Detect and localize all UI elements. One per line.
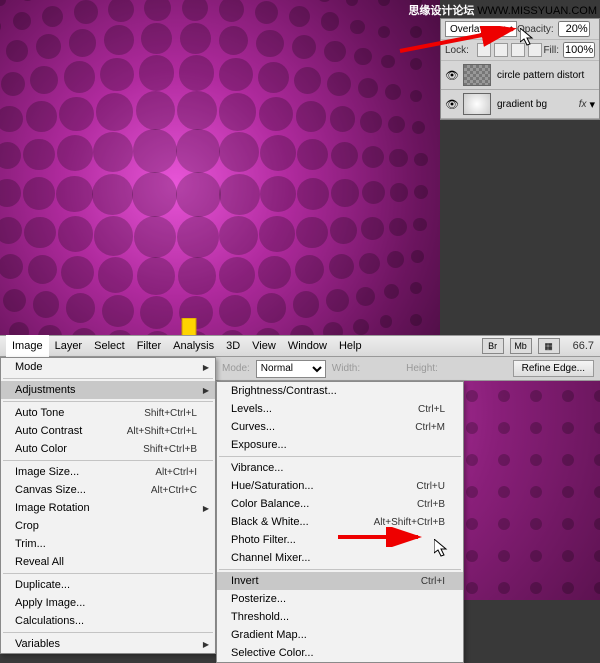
- menu-item[interactable]: Gradient Map...: [217, 626, 463, 644]
- menu-item[interactable]: Duplicate...: [1, 576, 215, 594]
- menu-item[interactable]: Exposure...: [217, 436, 463, 454]
- opacity-label: Opacity:: [517, 24, 554, 35]
- menu-item[interactable]: Image Rotation: [1, 499, 215, 517]
- watermark: 思缘设计论坛 WWW.MISSYUAN.COM: [408, 2, 597, 18]
- menu-item[interactable]: Black & White...Alt+Shift+Ctrl+B: [217, 513, 463, 531]
- menu-help[interactable]: Help: [333, 335, 368, 357]
- menu-layer[interactable]: Layer: [49, 335, 89, 357]
- menu-item[interactable]: Trim...: [1, 535, 215, 553]
- canvas-top[interactable]: [0, 0, 440, 335]
- menu-item[interactable]: Levels...Ctrl+L: [217, 400, 463, 418]
- menu-item[interactable]: Calculations...: [1, 612, 215, 630]
- menu-item[interactable]: Image Size...Alt+Ctrl+I: [1, 463, 215, 481]
- layer-name: circle pattern distort: [497, 70, 595, 81]
- fill-label: Fill:: [543, 45, 559, 56]
- fx-indicator: fx: [579, 99, 587, 110]
- menu-item[interactable]: Canvas Size...Alt+Ctrl+C: [1, 481, 215, 499]
- mode-select[interactable]: Normal: [256, 360, 326, 378]
- chevron-down-icon[interactable]: ▾: [589, 98, 595, 111]
- menu-item[interactable]: Adjustments: [1, 381, 215, 399]
- toolbar-icon[interactable]: Mb: [510, 338, 532, 354]
- menu-item[interactable]: Curves...Ctrl+M: [217, 418, 463, 436]
- menu-item[interactable]: Photo Filter...: [217, 531, 463, 549]
- adjustments-submenu: Brightness/Contrast...Levels...Ctrl+LCur…: [216, 381, 464, 663]
- lock-icons: [477, 43, 542, 57]
- visibility-icon[interactable]: 👁: [445, 68, 459, 82]
- blend-mode-select[interactable]: Overlay: [445, 21, 517, 37]
- height-label: Height:: [406, 363, 438, 374]
- menu-item[interactable]: Channel Mixer...: [217, 549, 463, 567]
- layer-name: gradient bg: [497, 99, 579, 110]
- opacity-input[interactable]: [558, 21, 590, 37]
- layer-row[interactable]: 👁 circle pattern distort: [441, 61, 599, 90]
- toolbar-icon[interactable]: Br: [482, 338, 504, 354]
- lock-label: Lock:: [445, 45, 469, 56]
- menu-item[interactable]: InvertCtrl+I: [217, 572, 463, 590]
- menu-select[interactable]: Select: [88, 335, 131, 357]
- menu-item[interactable]: Apply Image...: [1, 594, 215, 612]
- visibility-icon[interactable]: 👁: [445, 97, 459, 111]
- width-label: Width:: [332, 363, 360, 374]
- layers-panel: Overlay Opacity: Lock: Fill: 👁 circle pa…: [440, 18, 600, 120]
- menu-item: Crop: [1, 517, 215, 535]
- menu-3d[interactable]: 3D: [220, 335, 246, 357]
- menu-image[interactable]: Image: [6, 335, 49, 357]
- layer-thumbnail: [463, 64, 491, 86]
- menu-item[interactable]: Threshold...: [217, 608, 463, 626]
- menu-item[interactable]: Brightness/Contrast...: [217, 382, 463, 400]
- screen-mode-icon[interactable]: ▦: [538, 338, 560, 354]
- menu-analysis[interactable]: Analysis: [167, 335, 220, 357]
- menu-item[interactable]: Auto ColorShift+Ctrl+B: [1, 440, 215, 458]
- layer-thumbnail: [463, 93, 491, 115]
- image-menu: ModeAdjustmentsAuto ToneShift+Ctrl+LAuto…: [0, 357, 216, 654]
- options-bar: Mode: Normal Width: Height: Refine Edge.…: [216, 357, 600, 381]
- menu-item[interactable]: Auto ContrastAlt+Shift+Ctrl+L: [1, 422, 215, 440]
- menubar: ImageLayerSelectFilterAnalysis3DViewWind…: [0, 335, 600, 357]
- menu-item[interactable]: Vibrance...: [217, 459, 463, 477]
- mode-label: Mode:: [222, 363, 250, 374]
- refine-edge-button[interactable]: Refine Edge...: [513, 360, 594, 377]
- menu-item[interactable]: Reveal All: [1, 553, 215, 571]
- zoom-level: 66.7: [573, 340, 594, 352]
- fill-input[interactable]: [563, 42, 595, 58]
- menu-item: Variables: [1, 635, 215, 653]
- menu-window[interactable]: Window: [282, 335, 333, 357]
- layer-row[interactable]: 👁 gradient bg fx ▾: [441, 90, 599, 119]
- menu-item[interactable]: Auto ToneShift+Ctrl+L: [1, 404, 215, 422]
- menu-item[interactable]: Hue/Saturation...Ctrl+U: [217, 477, 463, 495]
- menu-view[interactable]: View: [246, 335, 282, 357]
- menu-item[interactable]: Color Balance...Ctrl+B: [217, 495, 463, 513]
- menu-filter[interactable]: Filter: [131, 335, 167, 357]
- menu-item[interactable]: Selective Color...: [217, 644, 463, 662]
- menu-item[interactable]: Mode: [1, 358, 215, 376]
- menu-item[interactable]: Posterize...: [217, 590, 463, 608]
